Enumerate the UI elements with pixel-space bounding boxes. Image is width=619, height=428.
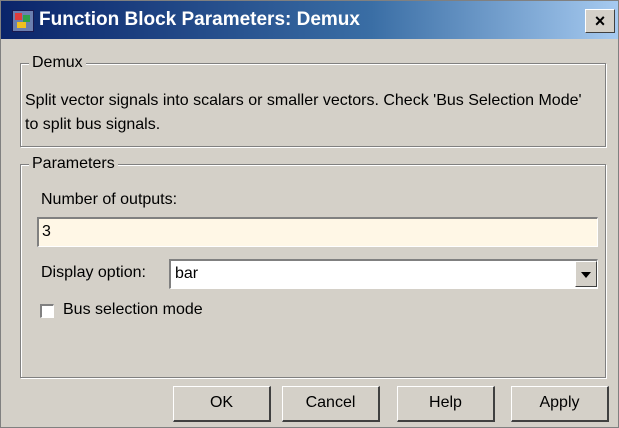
close-button[interactable]: × [585,9,615,33]
num-outputs-label: Number of outputs: [41,191,178,208]
cancel-button[interactable]: Cancel [282,386,380,422]
ok-label: OK [209,394,234,411]
close-icon: × [594,11,606,31]
parameters-legend: Parameters [29,155,118,173]
bus-selection-checkbox[interactable] [40,304,54,318]
display-option-select[interactable]: bar [169,259,598,289]
dropdown-arrow-icon[interactable] [575,261,597,287]
num-outputs-input[interactable]: 3 [37,217,598,247]
bus-selection-label: Bus selection mode [63,301,203,318]
block-description: Split vector signals into scalars or sma… [25,92,582,133]
apply-label: Apply [539,394,580,411]
simulink-block-icon [12,10,34,32]
help-button[interactable]: Help [397,386,495,422]
dialog-title: Function Block Parameters: Demux [39,9,360,30]
dialog-window: Function Block Parameters: Demux × Demux… [0,0,619,428]
cancel-label: Cancel [305,394,356,411]
help-label: Help [429,394,462,411]
title-bar[interactable]: Function Block Parameters: Demux × [1,1,618,39]
display-option-label: Display option: [41,264,146,281]
display-option-value: bar [175,265,199,282]
demux-legend: Demux [29,54,86,72]
ok-button[interactable]: OK [173,386,271,422]
apply-button[interactable]: Apply [511,386,609,422]
